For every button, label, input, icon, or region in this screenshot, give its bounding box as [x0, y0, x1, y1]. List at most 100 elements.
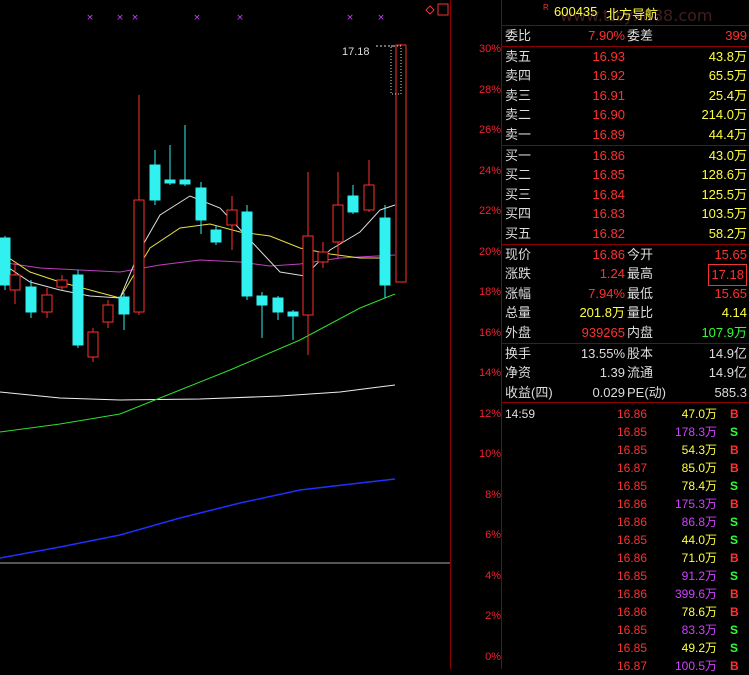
tick-price: 16.85 [616, 641, 647, 656]
fund-value-2: 14.9亿 [708, 365, 747, 381]
bid-book: 买一 16.86 43.0万 买二 16.85 128.6万 买三 16.84 125.5万 买四… [502, 146, 749, 245]
axis-label: 28% [478, 83, 501, 96]
stat-label: 涨跌 [505, 266, 532, 282]
stock-header: R 600435 北方导航 [502, 0, 749, 26]
tick-flag: S [730, 479, 739, 494]
tick-row: 16.86 175.3万 B [502, 495, 749, 513]
ask-row: 卖五 16.93 43.8万 [502, 47, 749, 67]
candlestick-chart[interactable]: × × × × × × × 17.18 [0, 0, 450, 669]
fund-value: 0.029 [592, 384, 625, 400]
tick-flag: B [730, 551, 739, 566]
stat-value: 16.86 [592, 246, 625, 262]
fund-row: 净资 1.39 流通 14.9亿 [502, 363, 749, 383]
fundamentals: 换手 13.55% 股本 14.9亿 净资 1.39 流通 14.9亿 收益(四) 0.029 PE… [502, 344, 749, 404]
tick-row: 14:59 16.86 47.0万 B [502, 405, 749, 423]
fund-label: 净资 [505, 365, 532, 381]
ask-row: 卖三 16.91 25.4万 [502, 86, 749, 106]
fund-value-2: 585.3 [714, 384, 747, 400]
bid-label: 买五 [505, 225, 532, 241]
tick-price: 16.85 [616, 533, 647, 548]
tick-row: 16.86 399.6万 B [502, 585, 749, 603]
tick-row: 16.85 78.4万 S [502, 477, 749, 495]
order-diff-value: 399 [725, 28, 747, 43]
bid-volume: 128.6万 [701, 167, 747, 183]
tick-row: 16.85 83.3万 S [502, 621, 749, 639]
candle-body [287, 311, 299, 317]
fund-label-2: 股本 [627, 345, 654, 361]
fund-label: 收益(四) [505, 384, 553, 400]
stock-name[interactable]: 北方导航 [606, 4, 658, 23]
high-price-label: 17.18 [342, 46, 370, 58]
axis-label: 2% [485, 610, 501, 622]
ask-price: 16.90 [592, 107, 625, 123]
candle-body [56, 279, 68, 288]
event-marker: × [193, 13, 201, 23]
tick-row: 16.85 54.3万 B [502, 441, 749, 459]
tick-flag: B [730, 587, 739, 602]
tick-volume: 100.5万 [674, 659, 717, 674]
tick-volume: 85.0万 [681, 461, 717, 476]
tick-price: 16.85 [616, 623, 647, 638]
stock-code[interactable]: 600435 [554, 4, 597, 19]
tick-price: 16.85 [616, 479, 647, 494]
quote-panel: R 600435 北方导航 委比 7.90% 委差 399 卖五 16.93 43.… [501, 0, 749, 673]
tick-volume: 78.4万 [681, 479, 717, 494]
tick-flag: S [730, 623, 739, 638]
tick-row: 16.86 78.6万 B [502, 603, 749, 621]
ask-volume: 44.4万 [708, 126, 747, 142]
window-icon[interactable] [437, 3, 449, 16]
stat-value-2: 107.9万 [701, 324, 747, 340]
tick-price: 16.87 [616, 461, 647, 476]
tick-price: 16.85 [616, 425, 647, 440]
fund-row: 换手 13.55% 股本 14.9亿 [502, 344, 749, 364]
tick-flag: S [730, 515, 739, 530]
stat-label-2: 今开 [627, 246, 654, 262]
candle-body [256, 295, 268, 306]
tick-volume: 399.6万 [674, 587, 717, 602]
bid-label: 买三 [505, 186, 532, 202]
candle-body [118, 296, 130, 315]
bid-label: 买二 [505, 167, 532, 183]
stat-value: 7.94% [588, 285, 625, 301]
tick-row: 16.85 91.2万 S [502, 567, 749, 585]
bid-row: 买一 16.86 43.0万 [502, 146, 749, 166]
axis-label: 20% [478, 245, 501, 258]
ask-row: 卖二 16.90 214.0万 [502, 105, 749, 125]
ask-label: 卖五 [505, 48, 532, 64]
tick-price: 16.87 [616, 659, 647, 674]
ask-price: 16.89 [592, 126, 625, 142]
stat-label-2: 最低 [627, 285, 654, 301]
ma-white [0, 384, 396, 401]
ask-row: 卖四 16.92 65.5万 [502, 66, 749, 86]
tick-flag: S [730, 425, 739, 440]
event-marker: × [116, 13, 124, 23]
tick-volume: 54.3万 [681, 443, 717, 458]
r-marker: R [543, 3, 549, 12]
candle-body [210, 229, 222, 243]
ask-label: 卖三 [505, 87, 532, 103]
tick-volume: 83.3万 [681, 623, 717, 638]
tick-price: 16.86 [616, 515, 647, 530]
axis-label: 10% [478, 448, 501, 460]
ask-price: 16.93 [592, 48, 625, 64]
fund-row: 收益(四) 0.029 PE(动) 585.3 [502, 383, 749, 403]
order-diff-label: 委差 [627, 28, 654, 43]
candle-body [226, 209, 238, 226]
tick-price: 16.86 [616, 497, 647, 512]
diamond-icon[interactable] [425, 5, 435, 15]
tick-flag: B [730, 443, 739, 458]
event-marker: × [131, 13, 139, 23]
stat-value: 939265 [581, 324, 625, 340]
candle-body [72, 274, 84, 346]
bid-volume: 58.2万 [708, 225, 747, 241]
candle-body [363, 184, 375, 211]
ask-volume: 65.5万 [708, 68, 747, 84]
stat-value-2: 15.65 [714, 246, 747, 262]
order-ratio-value: 7.90% [588, 28, 625, 43]
ask-price: 16.91 [592, 87, 625, 103]
tick-row: 16.86 71.0万 B [502, 549, 749, 567]
tick-row: 16.85 49.2万 S [502, 639, 749, 657]
bid-price: 16.85 [592, 167, 625, 183]
stat-value-2: 17.18 [708, 264, 747, 286]
ask-price: 16.92 [592, 68, 625, 84]
